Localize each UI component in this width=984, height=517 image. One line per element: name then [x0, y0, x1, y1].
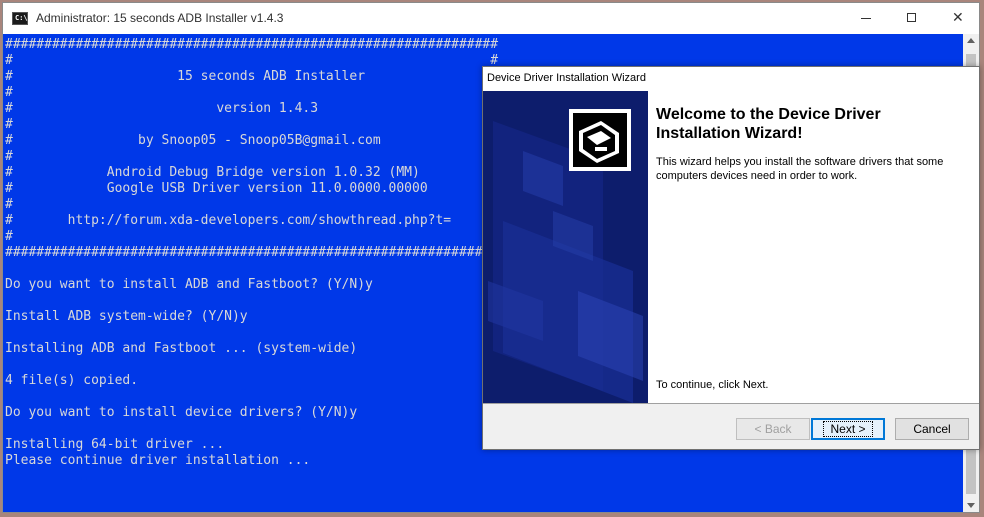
minimize-icon [861, 18, 871, 19]
console-icon[interactable]: C:\ [12, 12, 28, 25]
wizard-heading: Welcome to the Device Driver Installatio… [656, 106, 881, 142]
maximize-button[interactable] [889, 3, 935, 34]
window-titlebar[interactable]: C:\ Administrator: 15 seconds ADB Instal… [3, 3, 979, 34]
window-title: Administrator: 15 seconds ADB Installer … [36, 11, 284, 25]
wizard-body: Welcome to the Device Driver Installatio… [483, 91, 979, 403]
close-icon: ✕ [952, 9, 964, 25]
wizard-side-banner [483, 91, 648, 403]
hardware-device-icon [569, 109, 631, 171]
wizard-continue-text: To continue, click Next. [656, 379, 769, 391]
wizard-description: This wizard helps you install the softwa… [656, 156, 944, 182]
back-button[interactable]: < Back [736, 418, 810, 440]
scroll-down-icon[interactable] [967, 503, 975, 508]
next-button-label: Next > [823, 421, 873, 437]
wizard-separator [483, 403, 979, 404]
wizard-content: Welcome to the Device Driver Installatio… [648, 91, 979, 403]
close-button[interactable]: ✕ [935, 3, 981, 34]
minimize-button[interactable] [843, 3, 889, 34]
console-icon-label: C:\ [15, 14, 28, 22]
console-text: ########################################… [5, 37, 499, 468]
wizard-banner-graphic [483, 91, 648, 403]
maximize-icon [907, 13, 916, 22]
scroll-up-icon[interactable] [967, 38, 975, 43]
driver-wizard-dialog: Device Driver Installation Wizard Welcom… [482, 66, 980, 450]
wizard-title: Device Driver Installation Wizard [487, 72, 646, 84]
next-button[interactable]: Next > [811, 418, 885, 440]
cancel-button[interactable]: Cancel [895, 418, 969, 440]
wizard-titlebar[interactable]: Device Driver Installation Wizard [483, 67, 979, 91]
